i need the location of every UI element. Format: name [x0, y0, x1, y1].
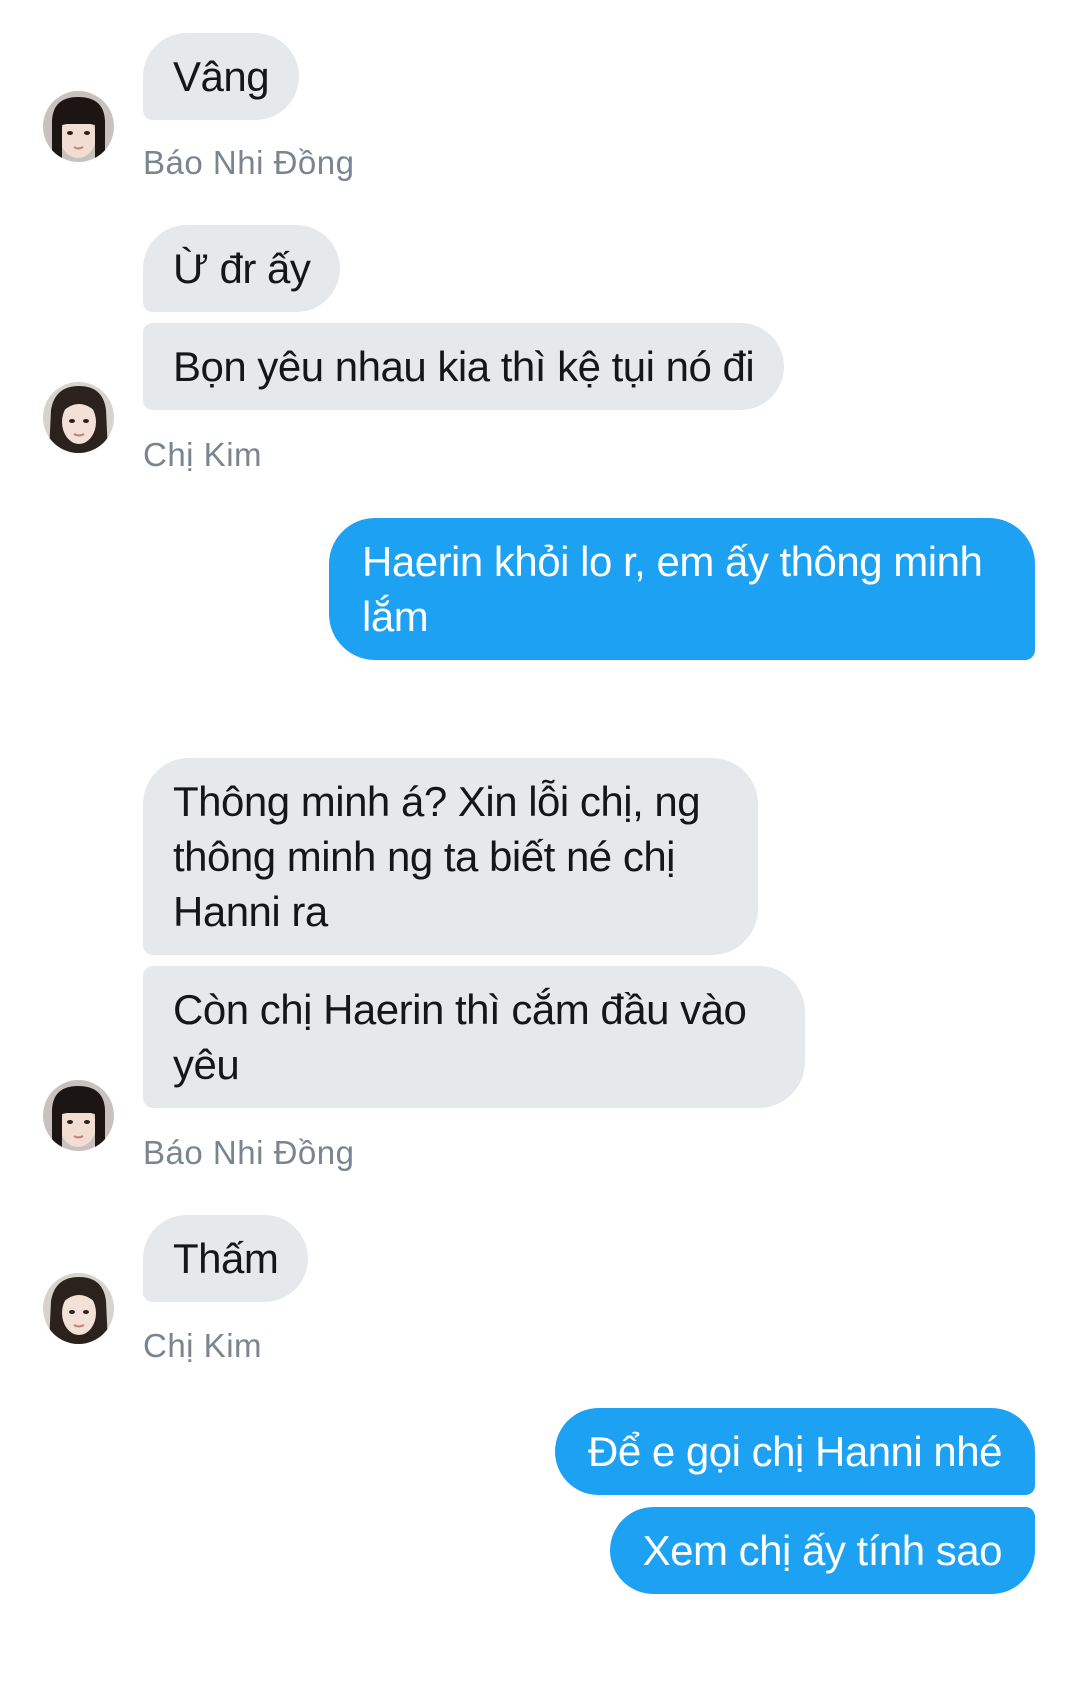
avatar-bangs-icon [43, 1080, 114, 1151]
outgoing-message-bubble[interactable]: Để e gọi chị Hanni nhé [555, 1408, 1035, 1495]
sender-name: Báo Nhi Đồng [143, 1134, 355, 1171]
avatar-bangs-icon [43, 91, 114, 162]
message-text: Còn chị Haerin thì cắm đầu vào yêu [173, 986, 747, 1088]
avatar[interactable] [43, 382, 114, 453]
message-text: Xem chị ấy tính sao [642, 1527, 1003, 1574]
avatar[interactable] [43, 91, 114, 162]
outgoing-message-bubble[interactable]: Xem chị ấy tính sao [609, 1507, 1035, 1594]
outgoing-message-bubble[interactable]: Haerin khỏi lo r, em ấy thông minh lắm [329, 518, 1035, 660]
sender-name: Chị Kim [143, 436, 263, 473]
sender-name: Báo Nhi Đồng [143, 144, 355, 181]
message-text: Haerin khỏi lo r, em ấy thông minh lắm [362, 538, 983, 640]
message-text: Thấm [173, 1235, 279, 1282]
avatar[interactable] [43, 1080, 114, 1151]
message-text: Vâng [173, 53, 270, 100]
avatar-longhair-icon [43, 382, 114, 453]
incoming-message-bubble[interactable]: Còn chị Haerin thì cắm đầu vào yêu [143, 966, 805, 1108]
avatar-longhair-icon [43, 1273, 114, 1344]
avatar[interactable] [43, 1273, 114, 1344]
incoming-message-bubble[interactable]: Ừ đr ấy [143, 225, 341, 312]
message-text: Để e gọi chị Hanni nhé [588, 1428, 1002, 1475]
sender-name: Chị Kim [143, 1327, 263, 1364]
incoming-message-bubble[interactable]: Thấm [143, 1215, 309, 1302]
incoming-message-bubble[interactable]: Vâng [143, 33, 300, 120]
message-text: Ừ đr ấy [173, 245, 311, 292]
incoming-message-bubble[interactable]: Bọn yêu nhau kia thì kệ tụi nó đi [143, 323, 785, 410]
incoming-message-bubble[interactable]: Thông minh á? Xin lỗi chị, ng thông minh… [143, 758, 758, 955]
message-text: Thông minh á? Xin lỗi chị, ng thông minh… [173, 778, 701, 935]
message-text: Bọn yêu nhau kia thì kệ tụi nó đi [173, 343, 755, 390]
